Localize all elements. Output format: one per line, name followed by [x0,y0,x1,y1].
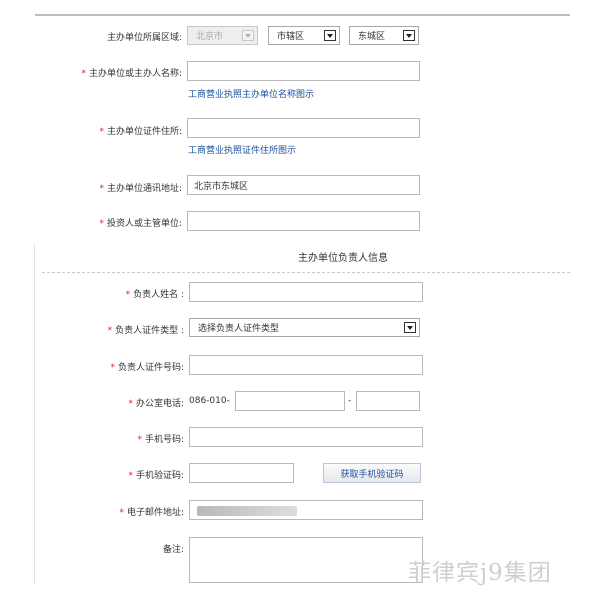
chevron-down-icon[interactable] [403,30,415,41]
city-select-value: 市辖区 [277,32,305,42]
email-label: * 电子邮件地址: [119,508,184,518]
mobile-label: * 手机号码: [137,435,184,445]
redacted-email [197,506,297,516]
mail-address-input[interactable] [187,175,420,195]
left-border [34,244,35,584]
investor-label: * 投资人或主管单位: [99,219,182,229]
office-phone-label: * 办公室电话: [128,399,184,409]
office-phone-input[interactable] [235,391,345,411]
chevron-down-icon[interactable] [324,30,336,41]
remark-label: 备注: [162,545,184,555]
get-sms-code-button[interactable]: 获取手机验证码 [323,463,421,483]
watermark: 菲律宾j9集团 [408,560,552,586]
person-name-input[interactable] [189,282,423,302]
mail-address-label: * 主办单位通讯地址: [99,184,182,194]
remark-textarea[interactable] [189,537,423,583]
top-divider [35,14,570,16]
mobile-input[interactable] [189,427,423,447]
district-select[interactable]: 东城区 [349,26,419,45]
org-address-example-link[interactable]: 工商营业执照证件住所图示 [188,143,296,156]
office-phone-prefix: 086-010- [189,396,230,406]
office-phone-separator: - [348,396,352,406]
id-number-input[interactable] [189,355,423,375]
province-select-value: 北京市 [196,32,224,42]
chevron-down-icon[interactable] [404,322,416,333]
org-address-label: * 主办单位证件住所: [99,127,182,137]
city-select[interactable]: 市辖区 [268,26,340,45]
person-name-label: * 负责人姓名 : [125,290,184,300]
org-name-label: * 主办单位或主办人名称: [81,69,182,79]
id-type-select[interactable]: 选择负责人证件类型 [189,318,420,337]
id-number-label: * 负责人证件号码: [110,363,184,373]
sms-code-label: * 手机验证码: [128,471,184,481]
org-address-input[interactable] [187,118,420,138]
org-name-example-link[interactable]: 工商营业执照主办单位名称图示 [188,87,314,100]
section-title: 主办单位负责人信息 [298,253,388,264]
district-select-value: 东城区 [358,32,386,42]
chevron-down-icon [242,30,254,41]
org-name-input[interactable] [187,61,420,81]
province-select: 北京市 [187,26,258,45]
id-type-select-value: 选择负责人证件类型 [198,324,280,334]
sms-code-input[interactable] [189,463,294,483]
id-type-label: * 负责人证件类型 : [107,326,184,336]
office-phone-ext-input[interactable] [356,391,420,411]
region-label: 主办单位所属区域: [106,33,182,43]
section-divider [42,272,570,273]
investor-input[interactable] [187,211,420,231]
